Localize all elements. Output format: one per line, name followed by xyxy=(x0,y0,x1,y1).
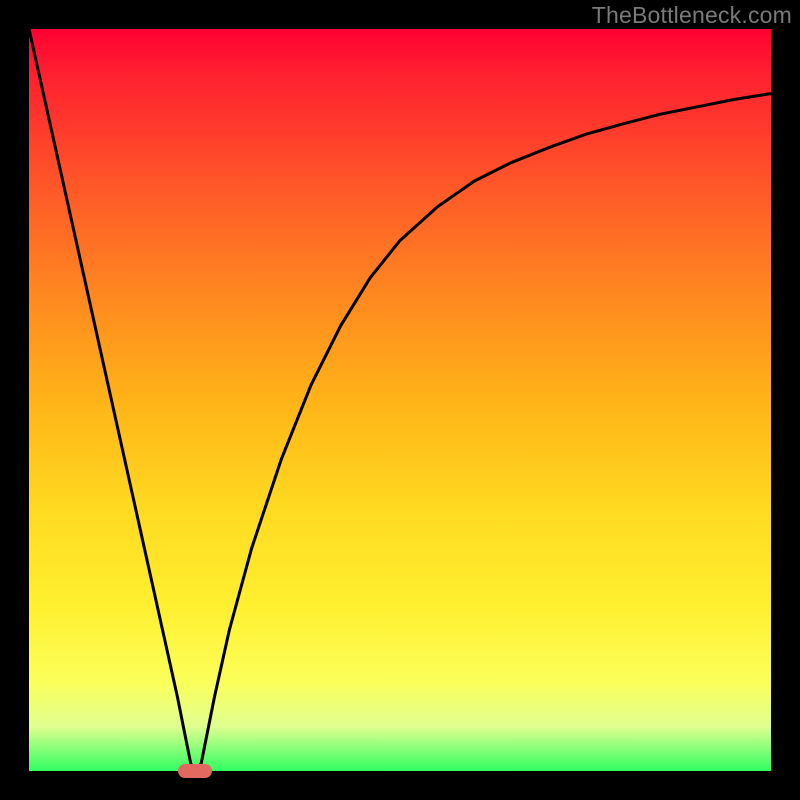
watermark-text: TheBottleneck.com xyxy=(592,2,792,29)
optimum-marker xyxy=(178,764,212,779)
curve-svg xyxy=(29,29,771,771)
chart-frame: TheBottleneck.com xyxy=(0,0,800,800)
bottleneck-curve xyxy=(29,29,771,771)
plot-area xyxy=(29,29,771,771)
